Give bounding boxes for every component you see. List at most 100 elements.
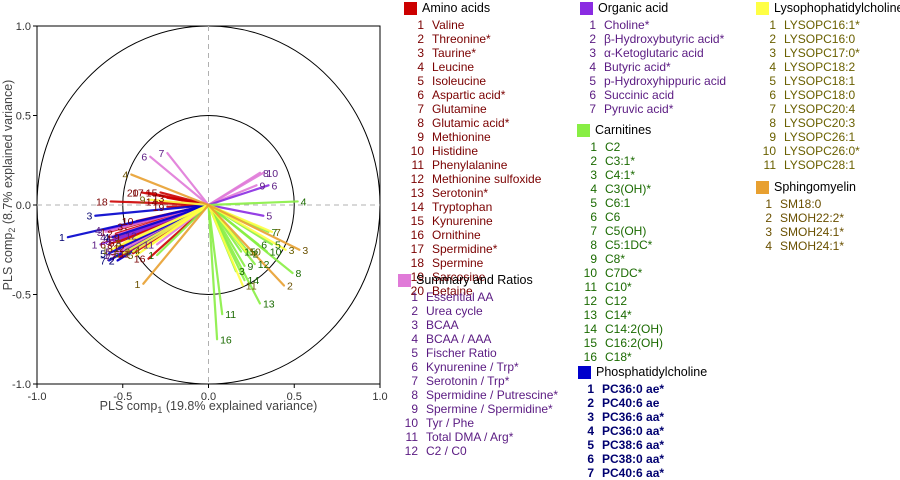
organic-acidlegend-item: 6 Succinic acid [580, 88, 726, 102]
legend-item-label: C7DC* [605, 266, 643, 280]
legend-item-label: LYSOPC26:0* [784, 144, 860, 158]
legend-item-label: Histidine [432, 144, 479, 158]
legend-item-number: 13 [410, 186, 424, 200]
legend-item-label: C10* [605, 280, 632, 294]
legend-item-number: 11 [405, 430, 418, 444]
sphingomyelinlegend-title: Sphingomyelin [756, 180, 856, 194]
carnitineslegend-item: 11 C10* [577, 280, 663, 294]
summary-and-ratiospoint-label-6: 6 [141, 152, 147, 164]
organic-acidlegend-item: 1 Choline* [580, 18, 726, 32]
amino-acidslegend-item: 14 Tryptophan [404, 200, 541, 214]
lysophophatidylcholinelegend-item: 2 LYSOPC16:0 [756, 32, 900, 46]
legend-item-label: C8* [605, 252, 626, 266]
amino-acidslegend-item: 18 Spermine [404, 256, 541, 270]
legend-item-label: C12 [605, 294, 628, 308]
y-tick-label-0: 1.0 [16, 21, 31, 33]
legend-item-number: 11 [584, 280, 597, 294]
summary-and-ratioslegend-item: 6 Kynurenine / Trp* [398, 360, 558, 374]
organic-acidpoint-label-6: 6 [272, 180, 278, 192]
carnitinespoint-label-10: 10 [270, 247, 282, 259]
lysophophatidylcholinepoint-label-6: 6 [114, 248, 120, 260]
lysophophatidylcholineswatch [756, 1, 769, 15]
carnitinespoint-label-3: 3 [239, 266, 245, 278]
summary-and-ratioslegend-item: 11 Total DMA / Arg* [398, 430, 558, 444]
amino-acidslegend-item: 3 Taurine* [404, 46, 541, 60]
phosphatidylcholinelegend-item: 1 PC36:0 ae* [578, 382, 707, 396]
y-tick-label-1: 0.5 [16, 111, 31, 123]
lysophophatidylcholinelegend-title: Lysophophatidylcholine [756, 1, 900, 15]
amino-acidslegend-item: 1 Valine [404, 18, 541, 32]
legend-item-label: Glutamine [432, 102, 487, 116]
phosphatidylcholinelegend-title: Phosphatidylcholine [578, 365, 707, 379]
summary-and-ratiospoint-label-7: 7 [158, 148, 164, 160]
legend-item-label: Kynurenine [432, 214, 493, 228]
organic-acidlegend-item: 7 Pyruvic acid* [580, 102, 726, 116]
legend-item-label: BCAA / AAA [426, 332, 492, 346]
lysophophatidylcholinepoint-label-3: 3 [289, 245, 295, 257]
carnitinespoint-label-1: 1 [148, 250, 154, 262]
sphingomyelinswatch [756, 180, 769, 194]
phosphatidylcholinepoint-label-3: 3 [86, 211, 92, 223]
lysophophatidylcholinepoint-label-7: 7 [275, 227, 281, 239]
legend-item-number: 15 [410, 214, 424, 228]
organic-acidpoint-label-4: 4 [95, 225, 101, 237]
legend-item-label: Fischer Ratio [426, 346, 497, 360]
sphingomyelinlegend-item: 1 SM18:0 [756, 197, 856, 211]
amino-acidspoint-label-10: 10 [122, 216, 134, 228]
legend-item-number: 1 [587, 382, 594, 396]
legend-item-number: 12 [410, 172, 424, 186]
lysophophatidylcholinelegend-item: 9 LYSOPC26:1 [756, 130, 900, 144]
legend-item-number: 1 [590, 140, 597, 154]
legend-item-label: α-Ketoglutaric acid [604, 46, 704, 60]
phosphatidylcholinelegend-item: 2 PC40:6 ae [578, 396, 707, 410]
summary-and-ratiostitle-text: Summary and Ratios [416, 273, 533, 287]
carnitineslegend-item: 6 C6 [577, 210, 663, 224]
carnitineslegend-item: 8 C5:1DC* [577, 238, 663, 252]
legend-item-label: C6 [605, 210, 621, 224]
legend-item-label: Serotonin / Trp* [426, 374, 510, 388]
legend-item-label: LYSOPC18:2 [784, 60, 856, 74]
sphingomyelinvector-2 [207, 203, 286, 287]
legend-item-number: 1 [769, 18, 776, 32]
legend-item-number: 5 [417, 74, 424, 88]
organic-acidlegend-item: 2 β-Hydroxybutyric acid* [580, 32, 726, 46]
amino-acidslegend-item: 9 Methionine [404, 130, 541, 144]
organic-acidswatch [580, 1, 593, 15]
amino-acidslegend-item: 15 Kynurenine [404, 214, 541, 228]
legend-item-label: Aspartic acid* [432, 88, 506, 102]
legend-item-number: 6 [587, 452, 594, 466]
carnitineslegend-item: 4 C3(OH)* [577, 182, 663, 196]
phosphatidylcholinetitle-text: Phosphatidylcholine [596, 365, 708, 379]
legend-item-number: 10 [404, 416, 418, 430]
summary-and-ratioslegend-item: 4 BCAA / AAA [398, 332, 558, 346]
carnitineslegend-item: 9 C8* [577, 252, 663, 266]
carnitinesswatch [577, 123, 590, 137]
legend-item-number: 2 [587, 396, 594, 410]
legend-item-label: LYSOPC20:4 [784, 102, 856, 116]
carnitinespoint-label-4: 4 [301, 196, 307, 208]
amino-acidslegend-item: 17 Spermidine* [404, 242, 541, 256]
amino-acidslegend-item: 16 Ornithine [404, 228, 541, 242]
legend-item-label: Spermine [432, 256, 484, 270]
sphingomyelinpoint-label-3: 3 [302, 245, 308, 257]
legend-item-label: PC36:6 aa* [602, 410, 665, 424]
lysophophatidylcholinepoint-label-10: 10 [249, 247, 261, 259]
legend-item-label: C16:2(OH) [605, 336, 664, 350]
legend-item-label: Tyr / Phe [426, 416, 475, 430]
legend-item-number: 9 [411, 402, 418, 416]
legend-item-number: 7 [769, 102, 776, 116]
legend-item-number: 10 [583, 266, 597, 280]
legend-item-number: 1 [417, 18, 424, 32]
legend-item-label: PC40:6 aa* [602, 466, 665, 480]
amino-acidslegend-item: 10 Histidine [404, 144, 541, 158]
legend-item-label: Isoleucine [432, 74, 487, 88]
lysophophatidylcholinepoint-label-9: 9 [140, 195, 146, 207]
carnitineslegend-item: 14 C14:2(OH) [577, 322, 663, 336]
organic-acidlegend-item: 4 Butyric acid* [580, 60, 726, 74]
phosphatidylcholinelegend-item: 6 PC38:0 aa* [578, 452, 707, 466]
summary-and-ratioslegend-item: 2 Urea cycle [398, 304, 558, 318]
legend-item-number: 10 [762, 144, 776, 158]
sphingomyelinlegend-item: 2 SMOH22:2* [756, 211, 856, 225]
legend-item-number: 2 [589, 32, 596, 46]
legend-item-label: Choline* [604, 18, 650, 32]
